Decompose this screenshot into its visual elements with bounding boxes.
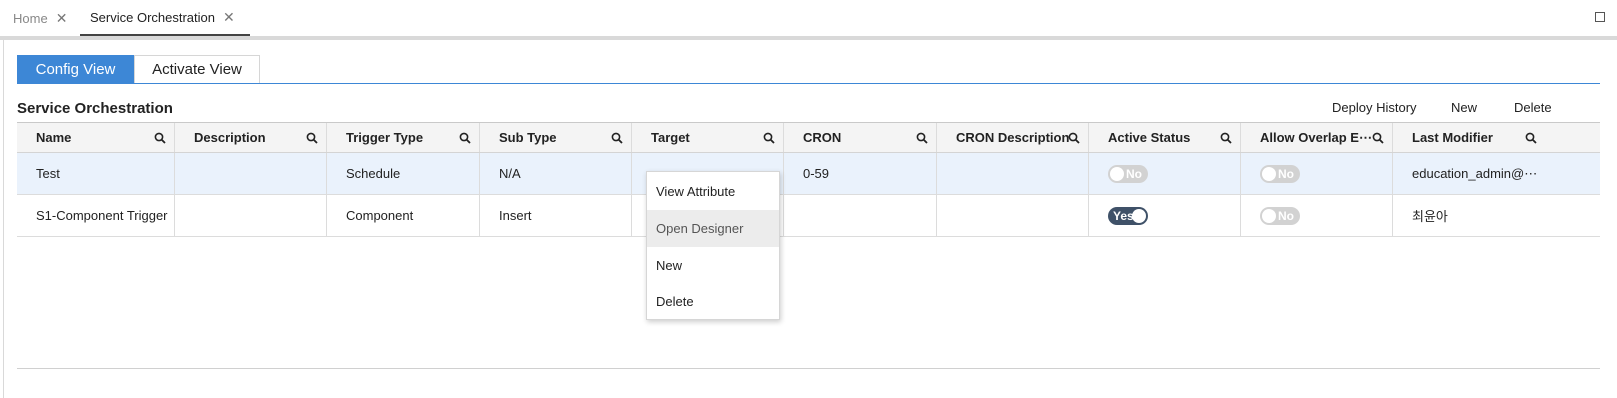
table-row[interactable]: Test Schedule N/A 0-59 No No education_a… [17,153,1600,195]
tab-service-orchestration-label: Service Orchestration [90,9,215,25]
search-icon[interactable] [916,132,928,144]
close-icon[interactable]: ✕ [56,10,68,27]
content-left-border [3,40,4,398]
maximize-icon[interactable] [1595,12,1605,22]
cell-name: Test [17,153,175,194]
cell-last-modifier: education_admin@⋯ [1412,165,1538,181]
search-icon[interactable] [459,132,471,144]
cell-sub-type: Insert [480,195,632,236]
cell-trigger-type: Schedule [327,153,480,194]
document-tab-strip: Home ✕ Service Orchestration ✕ [0,0,1617,36]
toggle-knob [1110,166,1124,181]
row-context-menu: View Attribute Open Designer New Delete [646,171,780,320]
menu-item-view-attribute[interactable]: View Attribute [647,173,779,210]
menu-item-open-designer[interactable]: Open Designer [647,210,779,247]
table-header-row: Name Description Trigger Type Sub Type T… [17,122,1600,153]
cell-name: S1-Component Trigger [17,195,175,236]
cell-last-modifier: 최윤아 [1412,209,1448,224]
cell-cron [784,195,937,236]
cell-cron-description [937,153,1089,194]
section-title: Service Orchestration [17,100,173,117]
tab-home-label: Home [13,10,48,26]
table-bottom-border [17,368,1600,369]
cell-active-status: Yes [1089,195,1241,236]
active-status-toggle[interactable]: No [1108,164,1148,183]
cell-sub-type: N/A [480,153,632,194]
toggle-knob [1262,166,1276,181]
search-icon[interactable] [611,132,623,144]
cell-active-status: No [1089,153,1241,194]
new-button[interactable]: New [1451,100,1477,115]
toggle-knob [1262,208,1276,223]
column-header-last-modifier[interactable]: Last Modifier [1393,123,1545,152]
menu-item-delete[interactable]: Delete [647,283,779,320]
tab-config-view[interactable]: Config View [17,55,134,83]
column-header-trigger-type[interactable]: Trigger Type [327,123,480,152]
toggle-knob [1132,208,1146,223]
column-header-description[interactable]: Description [175,123,327,152]
column-header-target[interactable]: Target [632,123,784,152]
search-icon[interactable] [306,132,318,144]
search-icon[interactable] [763,132,775,144]
column-header-cron[interactable]: CRON [784,123,937,152]
active-status-toggle[interactable]: Yes [1108,206,1148,225]
column-header-active-status[interactable]: Active Status [1089,123,1241,152]
tab-strip-divider [0,36,1617,40]
cell-description [175,195,327,236]
search-icon[interactable] [154,132,166,144]
tab-service-orchestration[interactable]: Service Orchestration ✕ [80,0,250,36]
menu-item-new[interactable]: New [647,247,779,284]
search-icon[interactable] [1068,132,1080,144]
tab-activate-view[interactable]: Activate View [134,55,260,83]
cell-trigger-type: Component [327,195,480,236]
cell-allow-overlap: No [1241,153,1393,194]
search-icon[interactable] [1220,132,1232,144]
column-header-allow-overlap[interactable]: Allow Overlap E⋯ [1241,123,1393,152]
deploy-history-button[interactable]: Deploy History [1332,100,1417,115]
delete-button[interactable]: Delete [1514,100,1552,115]
allow-overlap-toggle[interactable]: No [1260,164,1300,183]
search-icon[interactable] [1525,132,1537,144]
tab-home[interactable]: Home ✕ [13,0,67,36]
cell-cron-description [937,195,1089,236]
table-row[interactable]: S1-Component Trigger Component Insert Ye… [17,195,1600,237]
cell-allow-overlap: No [1241,195,1393,236]
view-tabs-underline [17,83,1600,84]
search-icon[interactable] [1372,132,1384,144]
cell-description [175,153,327,194]
close-icon[interactable]: ✕ [223,9,235,26]
cell-cron: 0-59 [784,153,937,194]
allow-overlap-toggle[interactable]: No [1260,206,1300,225]
column-header-name[interactable]: Name [17,123,175,152]
column-header-cron-description[interactable]: CRON Description [937,123,1089,152]
column-header-sub-type[interactable]: Sub Type [480,123,632,152]
